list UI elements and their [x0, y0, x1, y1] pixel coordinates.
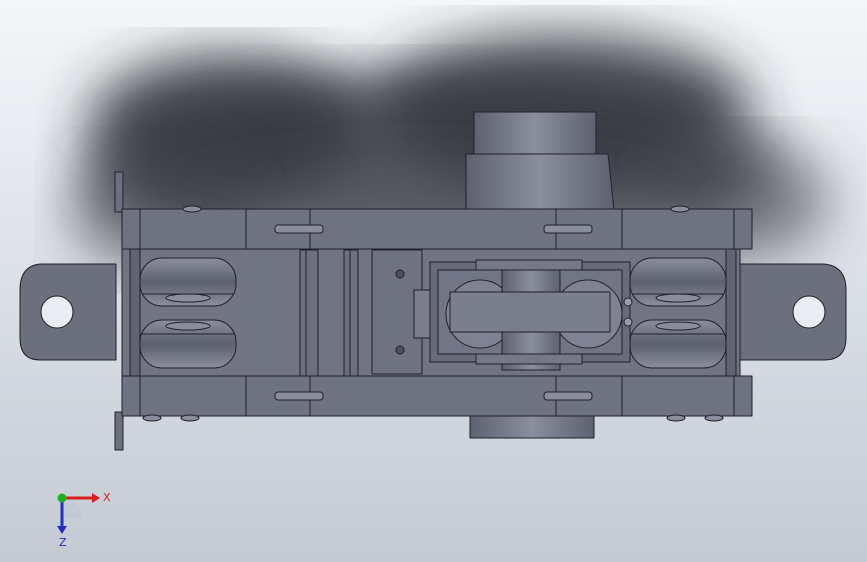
z-axis-arrow-icon — [57, 526, 67, 534]
top-slot-right — [543, 224, 593, 234]
bottom-slot-right — [543, 391, 593, 401]
bogie-assembly-model[interactable] — [0, 0, 867, 562]
y-axis-icon — [57, 493, 67, 503]
top-pivot-cap — [473, 111, 597, 155]
orientation-triad[interactable]: X Z — [40, 478, 120, 548]
top-slot-left — [274, 224, 324, 234]
left-tow-hole — [40, 295, 74, 329]
3d-viewport[interactable]: X Z — [0, 0, 867, 562]
x-axis-arrow-icon — [92, 493, 100, 503]
left-lower-bracket — [114, 411, 124, 451]
left-upper-bracket — [114, 171, 124, 213]
right-tow-hole — [792, 295, 826, 329]
bottom-pivot — [469, 415, 595, 439]
cross-bar — [449, 291, 611, 333]
x-axis-label: X — [103, 491, 111, 504]
bottom-slot-left — [274, 391, 324, 401]
right-tow-plate — [737, 263, 847, 361]
bottom-frame-rail — [121, 375, 753, 417]
z-axis-label: Z — [59, 536, 67, 548]
top-frame-rail — [121, 208, 753, 250]
top-pivot-cone — [465, 153, 615, 211]
